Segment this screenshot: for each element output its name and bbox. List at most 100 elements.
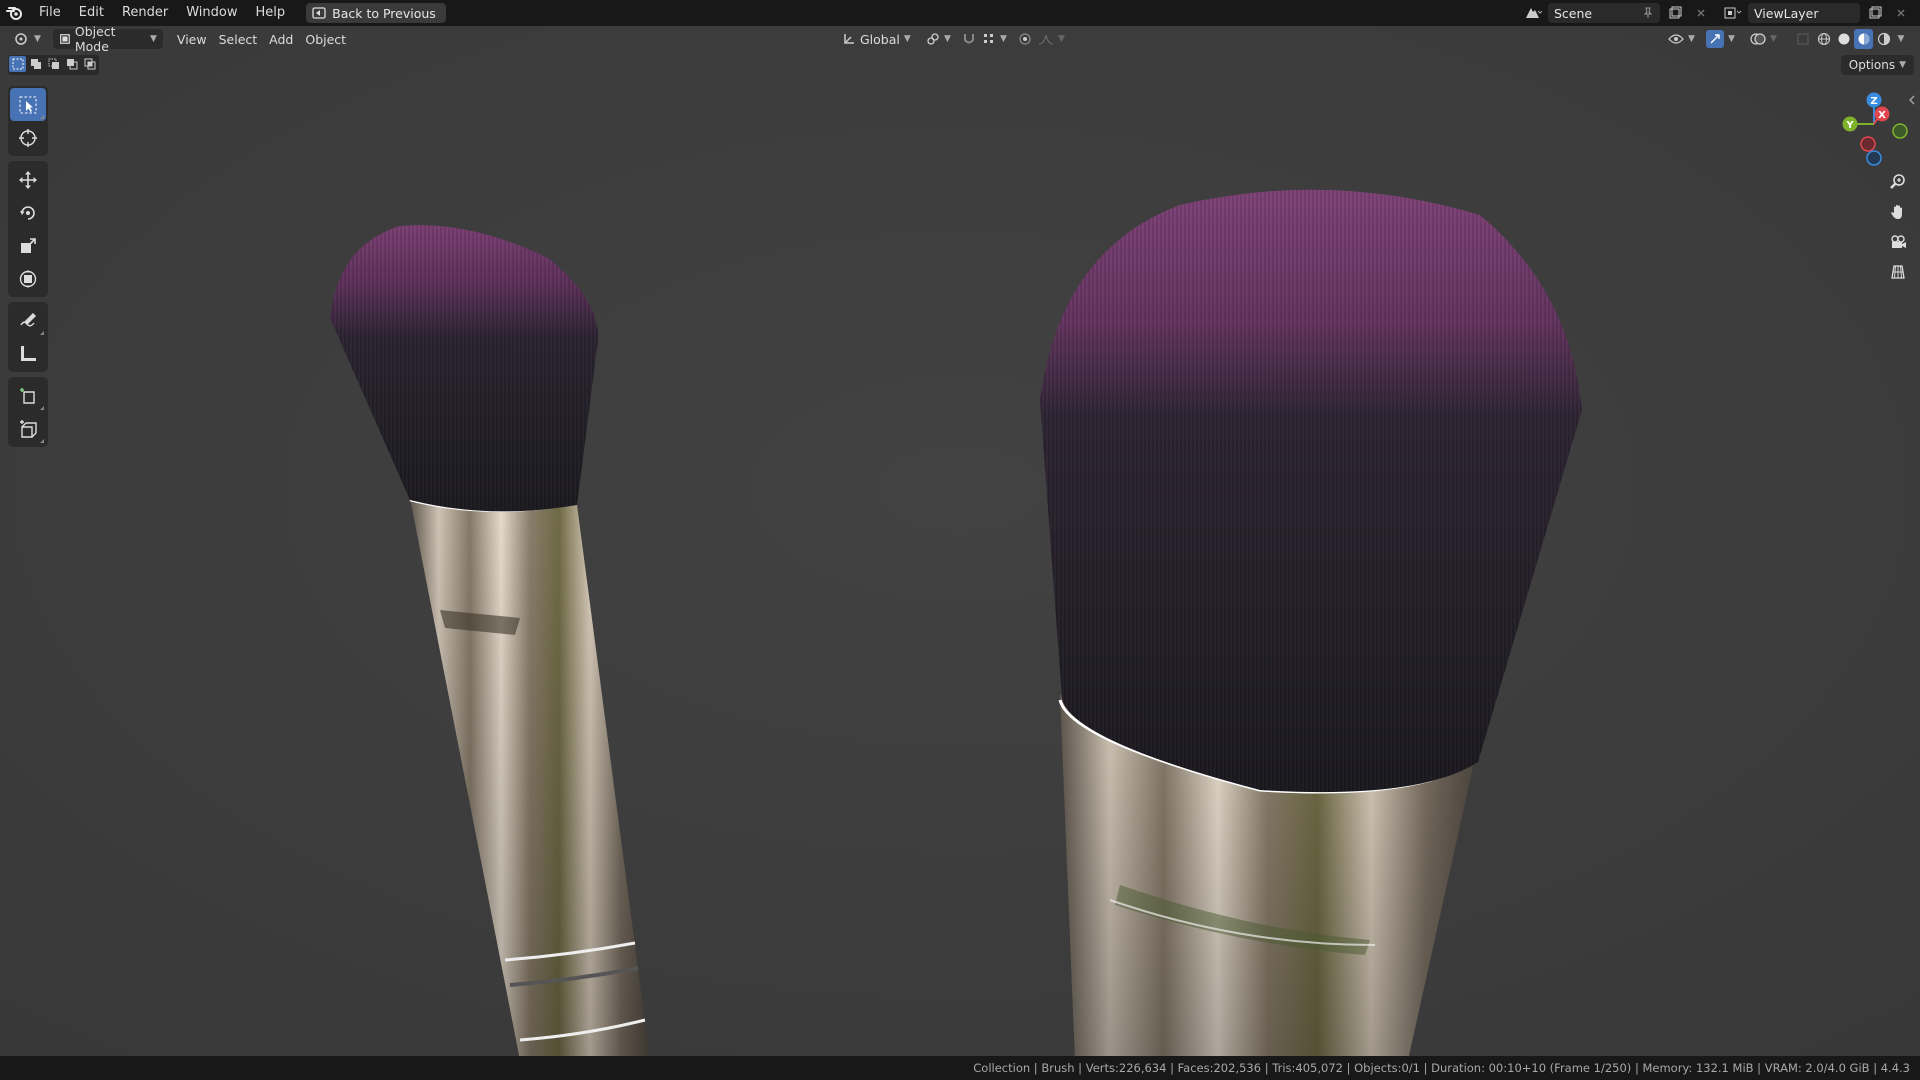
select-extend-icon[interactable] — [27, 56, 44, 72]
sidebar-toggle-chevron-icon[interactable] — [1908, 94, 1916, 106]
wireframe-shading-icon[interactable] — [1814, 29, 1833, 49]
cursor-tool[interactable] — [10, 121, 46, 154]
measure-tool[interactable] — [10, 337, 46, 370]
overlays-icon — [1750, 33, 1766, 45]
chevron-down-icon: ▼ — [1899, 60, 1906, 70]
back-icon — [312, 7, 326, 19]
chevron-down-icon: ▼ — [1688, 34, 1695, 44]
gizmo-toggle[interactable]: ▼ — [1700, 29, 1741, 49]
overlays-toggle[interactable]: ▼ — [1744, 29, 1783, 49]
shading-mode-group: ▼ — [1814, 29, 1908, 49]
move-icon — [19, 170, 37, 189]
status-vram: VRAM: 2.0/4.0 GiB — [1764, 1061, 1870, 1075]
chevron-down-icon: ▼ — [1728, 34, 1735, 44]
chevron-down-icon: ▼ — [150, 34, 157, 44]
snap-grid-icon — [984, 34, 993, 43]
status-faces: Faces:202,536 — [1177, 1061, 1262, 1075]
gizmo-icon — [1706, 30, 1724, 48]
camera-view-icon[interactable] — [1884, 228, 1912, 256]
transform-orientation-selector[interactable]: Global ▼ — [836, 29, 917, 49]
status-object: Brush — [1041, 1061, 1075, 1075]
view-layer-name: ViewLayer — [1754, 5, 1819, 21]
chevron-down-icon: ▼ — [1058, 34, 1065, 44]
delete-scene-icon[interactable] — [1690, 3, 1712, 23]
orientation-icon — [844, 34, 854, 44]
status-bar: Collection | Brush | Verts:226,634 | Fac… — [0, 1056, 1920, 1080]
pivot-icon — [927, 33, 939, 45]
move-tool[interactable] — [10, 163, 46, 196]
menu-object[interactable]: Object — [299, 29, 352, 49]
eye-icon — [1668, 34, 1684, 44]
axis-neg-y-handle — [1892, 123, 1908, 139]
material-preview-shading-icon[interactable] — [1854, 29, 1873, 49]
options-button[interactable]: Options ▼ — [1840, 55, 1914, 75]
pivot-point-selector[interactable]: ▼ — [920, 29, 957, 49]
tool-variants-indicator — [40, 406, 44, 410]
scene-selector-icon[interactable] — [1522, 3, 1544, 23]
annotate-tools-group — [8, 302, 48, 372]
ruler-icon — [21, 345, 36, 361]
select-invert-icon[interactable] — [63, 56, 80, 72]
menu-window[interactable]: Window — [177, 0, 246, 26]
menu-help[interactable]: Help — [247, 0, 295, 26]
3d-viewport[interactable] — [0, 26, 1920, 1056]
viewport-scene[interactable] — [0, 26, 1920, 1056]
snap-target-selector[interactable]: ▼ — [976, 29, 1013, 49]
add-cube-tool[interactable] — [10, 379, 46, 412]
view-layer-selector-icon[interactable] — [1722, 3, 1744, 23]
navigation-gizmo[interactable]: Z Y X — [1838, 88, 1910, 168]
new-scene-icon[interactable] — [1664, 3, 1686, 23]
falloff-selector[interactable]: ▼ — [1032, 29, 1071, 49]
menu-select[interactable]: Select — [213, 29, 264, 49]
status-verts: Verts:226,634 — [1085, 1061, 1167, 1075]
mode-selector[interactable]: Object Mode ▼ — [52, 24, 163, 54]
shading-options-chevron-icon[interactable]: ▼ — [1894, 29, 1908, 49]
menu-view[interactable]: View — [171, 29, 213, 49]
pin-icon[interactable] — [1642, 7, 1654, 19]
perspective-grid-icon[interactable] — [1884, 258, 1912, 286]
status-objects: Objects:0/1 — [1354, 1061, 1420, 1075]
rendered-shading-icon[interactable] — [1874, 29, 1893, 49]
annotate-tool[interactable] — [10, 304, 46, 337]
xray-icon — [1797, 33, 1809, 45]
rotate-tool[interactable] — [10, 196, 46, 229]
menu-render[interactable]: Render — [113, 0, 177, 26]
transform-tool[interactable] — [10, 262, 46, 295]
axis-x-label: X — [1878, 110, 1886, 121]
visibility-selector[interactable]: ▼ — [1662, 29, 1701, 49]
editor-type-button[interactable]: ▼ — [8, 29, 47, 49]
extrude-tool[interactable] — [10, 412, 46, 445]
scale-tool[interactable] — [10, 229, 46, 262]
tool-variants-indicator — [40, 439, 44, 443]
menu-edit[interactable]: Edit — [70, 0, 113, 26]
options-label: Options — [1848, 58, 1896, 72]
select-subtract-icon[interactable] — [45, 56, 62, 72]
blender-logo-icon[interactable] — [0, 0, 30, 26]
annotate-pencil-icon — [20, 312, 36, 326]
select-box-tool[interactable] — [10, 88, 46, 121]
menu-add[interactable]: Add — [263, 29, 299, 49]
solid-shading-icon[interactable] — [1834, 29, 1853, 49]
select-intersect-icon[interactable] — [81, 56, 98, 72]
pan-hand-icon[interactable] — [1884, 198, 1912, 226]
scene-name: Scene — [1554, 5, 1593, 21]
status-collection: Collection — [973, 1061, 1031, 1075]
menu-file[interactable]: File — [30, 0, 70, 26]
scene-field[interactable]: Scene — [1548, 3, 1660, 23]
status-memory: Memory: 132.1 MiB — [1642, 1061, 1754, 1075]
axis-y-label: Y — [1845, 120, 1854, 131]
view-navigation-buttons — [1884, 168, 1912, 286]
delete-view-layer-icon[interactable] — [1890, 3, 1912, 23]
new-view-layer-icon[interactable] — [1864, 3, 1886, 23]
tool-variants-indicator — [40, 331, 44, 335]
zoom-icon[interactable] — [1884, 168, 1912, 196]
add-tools-group — [8, 377, 48, 447]
view-layer-field[interactable]: ViewLayer — [1748, 3, 1860, 23]
back-to-previous-button[interactable]: Back to Previous — [306, 3, 446, 23]
scale-icon — [21, 237, 36, 253]
orientation-label: Global — [860, 31, 900, 47]
select-new-icon[interactable] — [9, 56, 26, 72]
xray-toggle[interactable] — [1790, 29, 1816, 49]
chevron-down-icon: ▼ — [1000, 34, 1007, 44]
mode-label: Object Mode — [74, 24, 116, 54]
